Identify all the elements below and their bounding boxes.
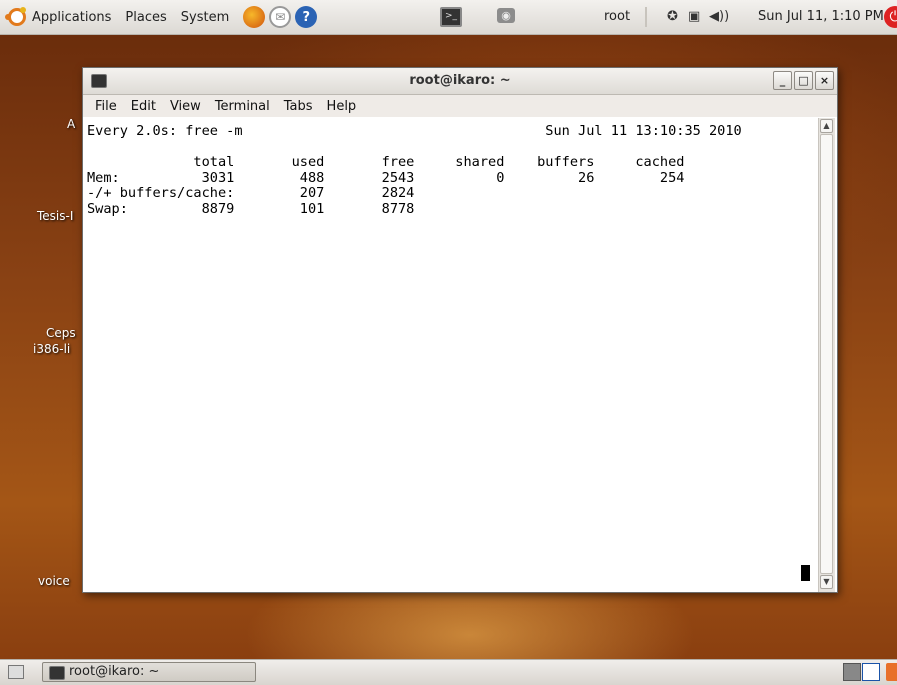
help-icon[interactable]: ? xyxy=(295,6,318,28)
minimize-button[interactable]: _ xyxy=(773,71,792,90)
desktop-icon-label[interactable]: Ceps xyxy=(46,326,76,340)
workspace-1[interactable] xyxy=(843,663,861,681)
menu-edit[interactable]: Edit xyxy=(131,99,156,114)
scroll-up-icon[interactable]: ▲ xyxy=(820,119,833,133)
mail-icon[interactable]: ✉ xyxy=(269,6,292,28)
top-panel: Applications Places System ✉ ? >_ ◉ root… xyxy=(0,0,897,35)
scrollbar-thumb[interactable] xyxy=(820,134,833,574)
firefox-icon[interactable] xyxy=(243,6,266,28)
menu-help[interactable]: Help xyxy=(327,99,357,114)
menu-tabs[interactable]: Tabs xyxy=(284,99,313,114)
clock[interactable]: Sun Jul 11, 1:10 PM xyxy=(758,9,884,24)
user-name[interactable]: root xyxy=(604,9,630,24)
scroll-down-icon[interactable]: ▼ xyxy=(820,575,833,589)
menu-terminal[interactable]: Terminal xyxy=(215,99,270,114)
close-button[interactable]: × xyxy=(815,71,834,90)
menu-system[interactable]: System xyxy=(181,10,229,25)
power-icon[interactable]: ⏻ xyxy=(884,6,897,28)
terminal-line: -/+ buffers/cache: 207 2824 xyxy=(87,185,415,201)
task-label: root@ikaro: ~ xyxy=(69,664,160,679)
bottom-panel: root@ikaro: ~ xyxy=(0,659,897,685)
terminal-line: Swap: 8879 101 8778 xyxy=(87,200,415,217)
desktop-icon-label[interactable]: A xyxy=(67,117,75,131)
window-title: root@ikaro: ~ xyxy=(409,73,511,88)
display-icon[interactable]: ▣ xyxy=(688,9,700,24)
terminal-line: total used free shared buffers cached xyxy=(87,154,685,170)
terminal-output[interactable]: Every 2.0s: free -m Sun Jul 11 13:10:35 … xyxy=(83,118,818,592)
terminal-launcher-icon[interactable]: >_ xyxy=(440,7,462,27)
ubuntu-logo-icon[interactable] xyxy=(5,7,26,26)
desktop-icon-label[interactable]: voice xyxy=(38,574,70,588)
text-cursor xyxy=(801,565,810,581)
menu-applications[interactable]: Applications xyxy=(32,10,111,25)
maximize-button[interactable]: □ xyxy=(794,71,813,90)
volume-icon[interactable]: ◀)) xyxy=(709,9,729,24)
desktop-icon-label[interactable]: i386-li xyxy=(33,342,70,356)
menu-file[interactable]: File xyxy=(95,99,117,114)
terminal-line: Mem: 3031 488 2543 0 26 254 xyxy=(87,169,685,186)
tray-separator xyxy=(645,7,647,27)
show-desktop-icon[interactable] xyxy=(8,665,24,679)
desktop-icon-label[interactable]: Tesis-I xyxy=(37,209,73,223)
window-menubar: File Edit View Terminal Tabs Help xyxy=(83,95,837,117)
taskbar-window-button[interactable]: root@ikaro: ~ xyxy=(42,662,256,682)
menu-places[interactable]: Places xyxy=(125,10,166,25)
trash-icon[interactable] xyxy=(886,663,897,681)
menu-view[interactable]: View xyxy=(170,99,201,114)
window-titlebar[interactable]: root@ikaro: ~ _ □ × xyxy=(83,68,837,95)
workspace-2[interactable] xyxy=(862,663,880,681)
scrollbar[interactable]: ▲ ▼ xyxy=(818,118,835,592)
network-icon[interactable]: ✪ xyxy=(667,9,678,24)
screenshot-icon[interactable]: ◉ xyxy=(497,8,515,23)
terminal-line: Every 2.0s: free -m Sun Jul 11 13:10:35 … xyxy=(87,123,742,139)
terminal-window: root@ikaro: ~ _ □ × File Edit View Termi… xyxy=(82,67,838,593)
terminal-icon xyxy=(49,666,65,680)
